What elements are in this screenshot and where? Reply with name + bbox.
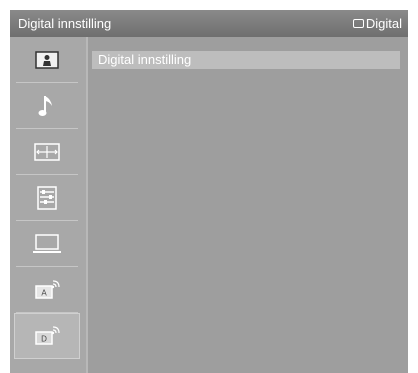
- sidebar-item-picture[interactable]: [14, 37, 80, 83]
- settings-list-icon: [37, 186, 57, 210]
- sidebar-item-digital[interactable]: D: [14, 313, 80, 359]
- svg-text:A: A: [41, 289, 47, 298]
- sidebar-item-pc[interactable]: [14, 221, 80, 267]
- page-title: Digital innstilling: [18, 16, 112, 31]
- analog-antenna-icon: A: [35, 280, 60, 299]
- sidebar-item-sound[interactable]: [14, 83, 80, 129]
- source-rectangle-icon: [352, 19, 364, 28]
- svg-text:D: D: [41, 335, 47, 344]
- menu-content: Digital innstilling: [86, 37, 408, 373]
- sidebar-item-screen[interactable]: [14, 129, 80, 175]
- screen-size-icon: [34, 143, 60, 161]
- sidebar: A D: [10, 37, 86, 373]
- source-label: Digital: [365, 16, 402, 31]
- title-bar: Digital innstilling Digital: [10, 10, 408, 37]
- menu-item-digital-setting[interactable]: Digital innstilling: [92, 51, 400, 69]
- sidebar-item-settings[interactable]: [14, 175, 80, 221]
- laptop-icon: [33, 234, 61, 253]
- digital-antenna-icon: D: [35, 326, 60, 345]
- tv-menu-screen: Digital innstilling Digital A D Digital …: [10, 10, 408, 373]
- sidebar-item-analog[interactable]: A: [14, 267, 80, 313]
- picture-icon: [35, 51, 59, 69]
- music-note-icon: [38, 96, 52, 116]
- input-source-indicator: Digital: [352, 16, 402, 31]
